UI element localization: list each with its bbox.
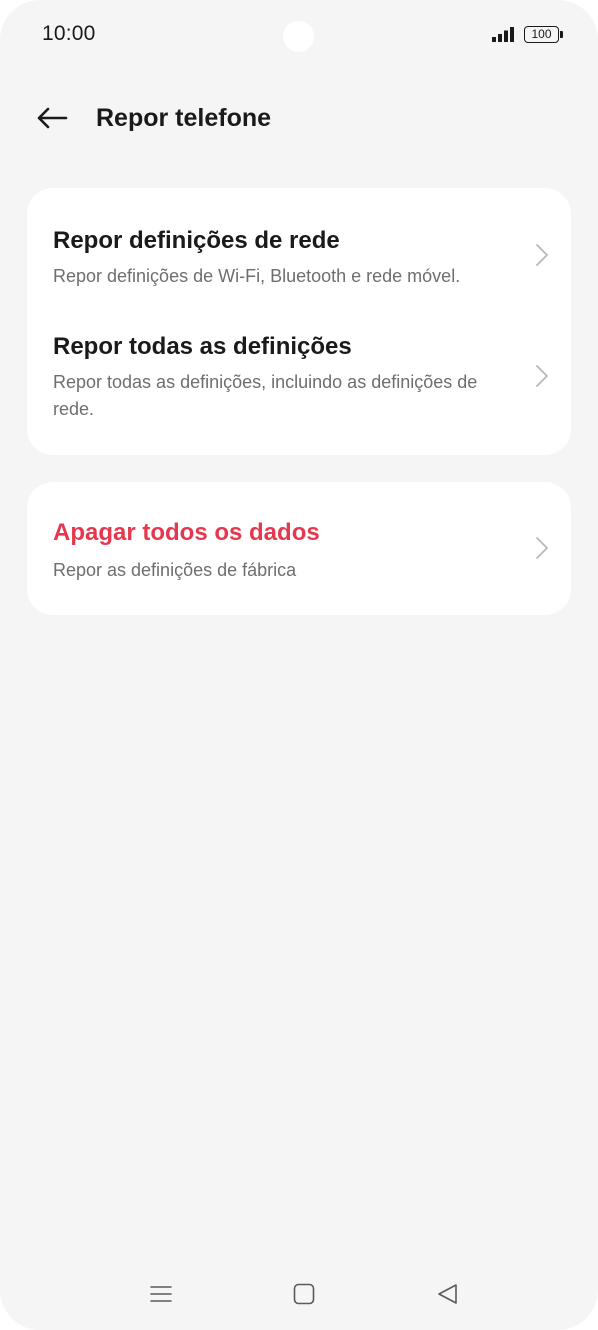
battery-cap [560,31,563,38]
signal-icon [492,27,514,42]
battery-icon: 100 [524,26,559,43]
back-triangle-icon[interactable] [434,1280,462,1308]
item-title: Repor todas as definições [53,333,352,360]
arrow-left-icon [37,107,68,129]
chevron-right-icon [536,244,548,266]
item-subtitle: Repor definições de Wi-Fi, Bluetooth e r… [53,266,461,286]
erase-data-card: Apagar todos os dados Repor as definiçõe… [27,482,571,615]
item-title: Repor definições de rede [53,227,340,254]
back-button[interactable] [30,98,74,138]
camera-cutout [283,21,314,52]
item-title: Apagar todos os dados [53,519,320,546]
item-subtitle: Repor todas as definições, incluindo as … [53,372,478,419]
erase-all-data-item[interactable]: Apagar todos os dados Repor as definiçõe… [27,482,571,615]
navigation-bar [0,1262,598,1322]
status-time: 10:00 [42,22,96,45]
reset-all-settings-item[interactable]: Repor todas as definições Repor todas as… [27,298,571,455]
status-bar: 10:00 100 [0,0,598,70]
reset-options-card: Repor definições de rede Repor definiçõe… [27,188,571,455]
item-subtitle: Repor as definições de fábrica [53,560,297,580]
battery-level: 100 [531,27,552,41]
home-icon[interactable] [290,1280,318,1308]
header: Repor telefone [0,90,598,146]
reset-network-settings-item[interactable]: Repor definições de rede Repor definiçõe… [27,188,571,298]
phone-screen: 10:00 100 Repor telefone Repor definiçõe… [0,0,598,1330]
chevron-right-icon [536,365,548,387]
page-title: Repor telefone [96,104,272,132]
menu-icon[interactable] [147,1280,175,1308]
chevron-right-icon [536,537,548,559]
